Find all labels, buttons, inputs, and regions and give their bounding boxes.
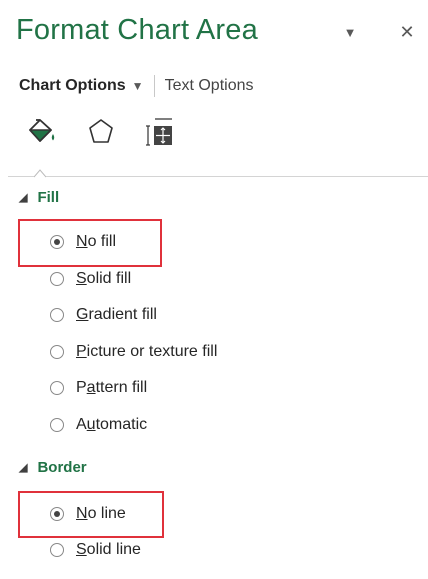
chevron-down-icon: ▼: [131, 79, 144, 93]
fill-line-tab[interactable]: [25, 114, 59, 148]
size-properties-tab[interactable]: [142, 114, 176, 148]
collapse-triangle-icon: ◢: [19, 192, 28, 204]
tab-chart-options-label: Chart Options: [19, 77, 126, 94]
access-key: S: [76, 269, 87, 287]
label-rest: o line: [87, 505, 126, 522]
access-key: N: [76, 505, 88, 522]
fill-section-header[interactable]: ◢ Fill: [19, 189, 59, 206]
label-rest: o fill: [87, 233, 117, 250]
radio-unselected-icon[interactable]: [50, 308, 64, 323]
access-key: a: [86, 379, 96, 397]
border-section-label: Border: [37, 459, 87, 476]
fill-radio-option[interactable]: Pattern fill: [50, 377, 147, 399]
tab-divider: [153, 75, 155, 97]
label-rest: icture or texture fill: [86, 342, 218, 360]
fill-radio-option[interactable]: Gradient fill: [50, 304, 157, 326]
close-icon: ✕: [399, 21, 415, 42]
fill-radio-option[interactable]: No fill: [50, 231, 116, 253]
label-prefix: A: [76, 416, 87, 433]
access-key: G: [76, 306, 89, 324]
effects-pentagon-icon: [89, 119, 113, 143]
label-rest: tomatic: [95, 416, 148, 433]
fill-radio-option[interactable]: Automatic: [50, 414, 147, 436]
radio-dot-icon: [54, 511, 60, 517]
fill-line-icon: [29, 119, 55, 142]
radio-unselected-icon[interactable]: [50, 418, 64, 432]
border-radio-option[interactable]: No line: [50, 503, 126, 525]
radio-selected-icon[interactable]: [50, 235, 64, 249]
fill-option-label: Picture or texture fill: [76, 343, 217, 361]
collapse-triangle-icon: ◢: [19, 462, 28, 474]
radio-unselected-icon[interactable]: [50, 271, 64, 286]
border-option-label: Solid line: [76, 541, 141, 559]
label-prefix: P: [76, 379, 87, 397]
border-option-label: No line: [76, 505, 126, 523]
radio-unselected-icon[interactable]: [50, 543, 64, 557]
pane-options-dropdown[interactable]: ▼: [339, 20, 361, 44]
access-key: N: [76, 233, 88, 250]
fill-radio-option[interactable]: Picture or texture fill: [50, 341, 217, 363]
label-rest: radient fill: [88, 306, 157, 324]
border-section-header[interactable]: ◢ Border: [19, 459, 87, 476]
radio-selected-icon[interactable]: [50, 507, 64, 521]
fill-radio-option[interactable]: Solid fill: [50, 268, 131, 290]
radio-dot-icon: [54, 239, 60, 245]
radio-unselected-icon[interactable]: [50, 381, 64, 396]
active-tab-indicator: [34, 169, 46, 178]
border-radio-option[interactable]: Solid line: [50, 539, 141, 561]
access-key: S: [76, 541, 87, 558]
pane-title: Format Chart Area: [16, 14, 258, 46]
fill-section-label: Fill: [37, 189, 60, 206]
access-key: u: [86, 416, 96, 433]
label-rest: olid line: [86, 541, 141, 558]
label-rest: olid fill: [86, 269, 132, 287]
tab-chart-options[interactable]: Chart Options ▼: [19, 77, 144, 95]
effects-tab[interactable]: [84, 114, 118, 148]
radio-unselected-icon[interactable]: [50, 344, 64, 359]
section-divider: [8, 176, 428, 177]
options-tabs: Chart Options ▼ Text Options: [19, 75, 254, 97]
fill-option-label: Automatic: [76, 416, 147, 434]
fill-option-label: Pattern fill: [76, 379, 147, 397]
fill-option-label: No fill: [76, 233, 116, 251]
fill-option-label: Solid fill: [76, 270, 131, 288]
label-rest: ttern fill: [95, 379, 148, 397]
tab-text-options[interactable]: Text Options: [165, 77, 254, 95]
size-properties-icon: [146, 118, 172, 146]
fill-option-label: Gradient fill: [76, 306, 157, 324]
access-key: P: [76, 342, 87, 360]
chevron-down-icon: ▼: [343, 24, 357, 40]
close-button[interactable]: ✕: [396, 20, 418, 44]
